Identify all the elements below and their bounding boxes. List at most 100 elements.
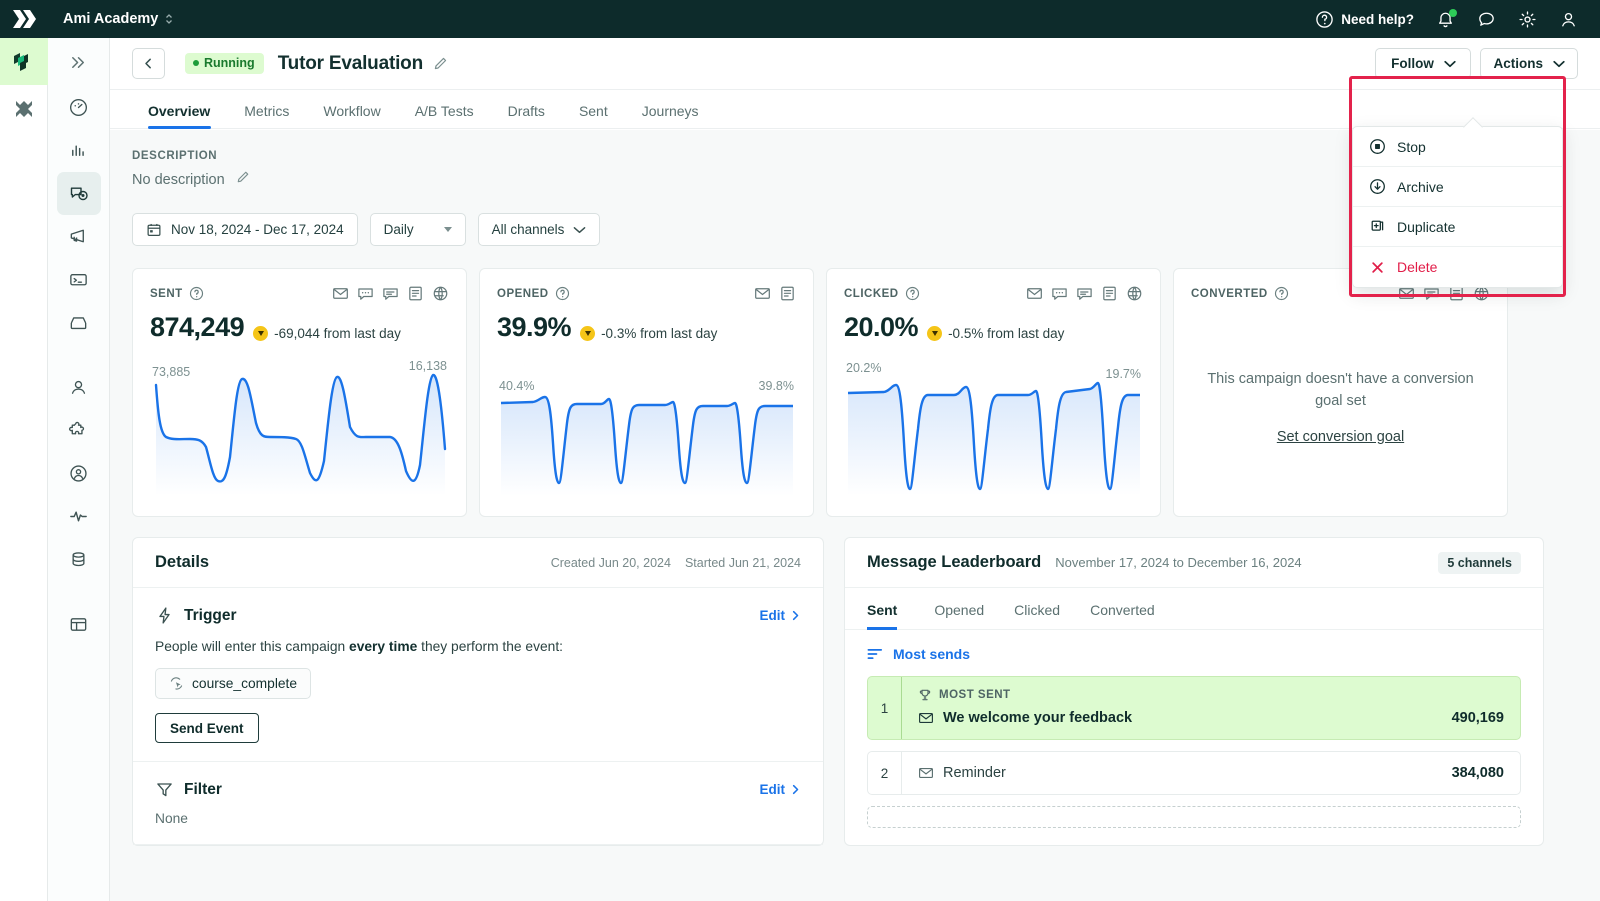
- email-icon: [333, 288, 348, 299]
- webhook-icon: [433, 286, 448, 301]
- menu-item-label: Duplicate: [1397, 218, 1456, 235]
- follow-button[interactable]: Follow: [1375, 48, 1472, 79]
- sidebar-item-campaigns[interactable]: [56, 172, 101, 215]
- card-delta-label: -0.3% from last day: [601, 326, 718, 341]
- chevrons-right-icon: [72, 56, 85, 68]
- lb-tab-clicked[interactable]: Clicked: [999, 588, 1075, 629]
- menu-item-archive[interactable]: Archive: [1353, 167, 1562, 207]
- trigger-section: Trigger Edit People will enter this camp…: [133, 588, 823, 762]
- date-range-value: Nov 18, 2024 - Dec 17, 2024: [171, 222, 344, 237]
- menu-item-delete[interactable]: Delete: [1353, 247, 1562, 287]
- metric-card-sent: SENT 874,249 -69,044 from last day 73,88…: [132, 268, 467, 517]
- rail-item-journeys[interactable]: [0, 38, 48, 85]
- date-range-picker[interactable]: Nov 18, 2024 - Dec 17, 2024: [132, 213, 358, 246]
- sidebar-item-transactional[interactable]: [57, 258, 101, 301]
- tab-label: Overview: [148, 103, 211, 119]
- actions-label: Actions: [1493, 56, 1543, 71]
- help-circle-icon[interactable]: [905, 286, 920, 301]
- card-delta-label: -69,044 from last day: [274, 326, 401, 341]
- send-event-button[interactable]: Send Event: [155, 713, 259, 743]
- sidebar-item-activity[interactable]: [57, 495, 101, 538]
- leaderboard-sort-control[interactable]: Most sends: [845, 630, 1543, 670]
- sidebar-item-segments[interactable]: [57, 409, 101, 452]
- sidebar-item-workspace-settings[interactable]: [57, 603, 101, 646]
- set-conversion-goal-link[interactable]: Set conversion goal: [1277, 429, 1404, 445]
- edit-description-pencil-icon[interactable]: [236, 170, 250, 189]
- tab-label: Sent: [578, 103, 608, 119]
- lb-tab-converted[interactable]: Converted: [1075, 588, 1170, 629]
- card-channel-icons: [332, 285, 449, 302]
- actions-button[interactable]: Actions: [1480, 48, 1578, 79]
- details-created: Created Jun 20, 2024: [550, 555, 671, 570]
- sidebar-item-analytics[interactable]: [57, 129, 101, 172]
- chat-icon[interactable]: [1477, 10, 1496, 29]
- menu-item-duplicate[interactable]: Duplicate: [1353, 207, 1562, 247]
- rail-item-data-pipelines[interactable]: [0, 85, 48, 132]
- need-help-label: Need help?: [1341, 11, 1414, 27]
- edit-filter-link[interactable]: Edit: [760, 782, 802, 797]
- card-header: CLICKED: [844, 285, 1143, 302]
- edit-trigger-link[interactable]: Edit: [760, 608, 802, 623]
- details-panel: Details Created Jun 20, 2024 Started Jun…: [132, 537, 824, 846]
- sidebar-item-people[interactable]: [57, 366, 101, 409]
- tab-workflow[interactable]: Workflow: [306, 103, 397, 128]
- leaderboard-row[interactable]: 2 Reminder 384,080: [867, 751, 1521, 795]
- tab-metrics[interactable]: Metrics: [227, 103, 306, 128]
- megaphone-icon: [70, 229, 84, 243]
- card-delta-label: -0.5% from last day: [948, 326, 1065, 341]
- sidebar-item-inbox[interactable]: [57, 301, 101, 344]
- expand-sidebar-button[interactable]: [48, 38, 109, 86]
- details-started: Started Jun 21, 2024: [684, 555, 801, 570]
- tab-ab-tests[interactable]: A/B Tests: [398, 103, 491, 128]
- leaderboard-header: Message Leaderboard November 17, 2024 to…: [845, 538, 1543, 588]
- sidebar-item-data-warehouse[interactable]: [57, 538, 101, 581]
- stop-circle-icon: [1369, 138, 1386, 155]
- back-button[interactable]: [132, 48, 165, 79]
- sidebar-item-dashboard[interactable]: [57, 86, 101, 129]
- tab-overview[interactable]: Overview: [132, 103, 227, 129]
- help-circle-icon[interactable]: [1274, 286, 1289, 301]
- card-label: CONVERTED: [1191, 287, 1268, 300]
- sidebar-item-broadcasts[interactable]: [57, 215, 101, 258]
- tab-sent[interactable]: Sent: [562, 103, 625, 128]
- leaderboard-rank: 1: [868, 677, 902, 739]
- leaderboard-row-main: We welcome your feedback 490,169: [918, 710, 1504, 726]
- person-icon: [71, 380, 86, 394]
- app-logo-icon[interactable]: [0, 9, 48, 29]
- webhook-icon: [1127, 286, 1142, 301]
- channel-filter-select[interactable]: All channels: [477, 213, 601, 246]
- pipelines-logo-icon: [16, 100, 32, 117]
- card-label: CLICKED: [844, 287, 899, 300]
- gear-icon[interactable]: [1518, 10, 1537, 29]
- lb-tab-label: Sent: [867, 602, 898, 618]
- lower-panels: Details Created Jun 20, 2024 Started Jun…: [132, 537, 1578, 846]
- channel-filter-value: All channels: [491, 222, 565, 237]
- lb-tab-sent[interactable]: Sent: [867, 588, 919, 630]
- user-icon[interactable]: [1559, 10, 1578, 29]
- help-circle-icon[interactable]: [189, 286, 204, 301]
- calendar-icon: [147, 223, 161, 236]
- leaderboard-channels-chip: 5 channels: [1438, 551, 1521, 574]
- chevron-right-icon: [792, 610, 799, 621]
- metric-card-converted: CONVERTED This campaign doesn't have a c…: [1173, 268, 1508, 517]
- notifications-button[interactable]: [1436, 8, 1457, 29]
- help-circle-icon[interactable]: [555, 286, 570, 301]
- follow-label: Follow: [1391, 56, 1434, 71]
- tab-drafts[interactable]: Drafts: [491, 103, 562, 128]
- tab-label: Journeys: [641, 103, 699, 119]
- dashboard-gauge-icon: [70, 99, 87, 116]
- granularity-select[interactable]: Daily: [369, 213, 466, 246]
- workspace-switcher[interactable]: Ami Academy: [63, 11, 173, 27]
- card-value: 20.0%: [844, 312, 919, 342]
- leaderboard-row[interactable]: 1 MOST SENT We welcome your feedback 490…: [867, 676, 1521, 740]
- conversion-empty-state: This campaign doesn't have a conversion …: [1204, 369, 1477, 446]
- tab-journeys[interactable]: Journeys: [625, 103, 716, 128]
- sidebar-item-identity[interactable]: [57, 452, 101, 495]
- menu-item-stop[interactable]: Stop: [1353, 127, 1562, 167]
- page-container: Running Tutor Evaluation Follow Actions: [110, 38, 1600, 901]
- chevron-down-icon: [443, 227, 452, 232]
- need-help-button[interactable]: Need help?: [1315, 10, 1414, 29]
- trigger-event-chip[interactable]: course_complete: [155, 668, 312, 699]
- lb-tab-opened[interactable]: Opened: [919, 588, 999, 629]
- edit-title-pencil-icon[interactable]: [433, 56, 448, 71]
